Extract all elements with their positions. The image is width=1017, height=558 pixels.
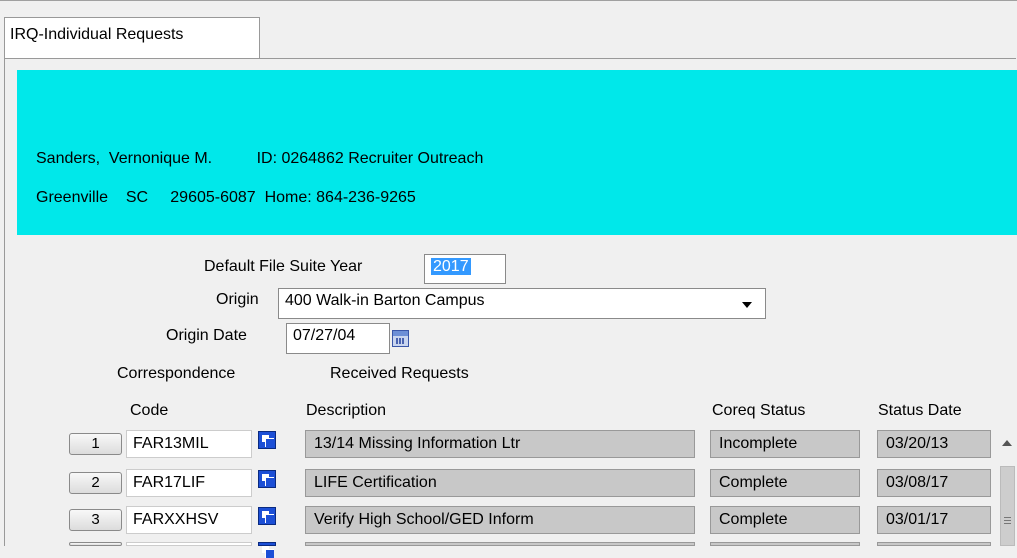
code-field[interactable]: [126, 542, 252, 546]
row-select-button[interactable]: 3: [69, 509, 122, 531]
correspondence-heading: Correspondence: [117, 365, 236, 382]
lookup-icon[interactable]: [258, 542, 276, 558]
banner-address-line: Greenville SC 29605-6087 Home: 864-236-9…: [36, 189, 416, 206]
tab-irq-individual-requests[interactable]: IRQ-Individual Requests: [4, 17, 260, 59]
calendar-icon[interactable]: [392, 330, 409, 347]
coreq-status-field: Complete: [710, 469, 860, 497]
column-header-coreq-status: Coreq Status: [712, 402, 806, 419]
scroll-thumb[interactable]: [1000, 466, 1015, 546]
description-field: 13/14 Missing Information Ltr: [305, 430, 695, 458]
banner-name-line: Sanders, Vernonique M. ID: 0264862 Recru…: [36, 150, 484, 167]
status-date-field: [877, 542, 991, 546]
default-file-suite-year-value: 2017: [431, 258, 471, 275]
origin-date-label: Origin Date: [166, 327, 247, 344]
code-field[interactable]: FAR17LIF: [126, 469, 252, 497]
column-header-description: Description: [306, 402, 387, 419]
coreq-status-field: Incomplete: [710, 430, 860, 458]
vertical-scrollbar[interactable]: [999, 430, 1017, 546]
default-file-suite-year-label: Default File Suite Year: [204, 258, 363, 275]
description-field: Verify High School/GED Inform: [305, 506, 695, 534]
coreq-status-field: Complete: [710, 506, 860, 534]
origin-value: 400 Walk-in Barton Campus: [285, 292, 485, 309]
origin-select[interactable]: 400 Walk-in Barton Campus: [278, 288, 766, 319]
status-date-field: 03/20/13: [877, 430, 991, 458]
row-select-button[interactable]: [69, 542, 122, 546]
lookup-icon[interactable]: [258, 431, 276, 449]
grip-line: [1004, 517, 1011, 518]
description-field: LIFE Certification: [305, 469, 695, 497]
lookup-icon[interactable]: [258, 470, 276, 488]
coreq-status-field: [710, 542, 860, 546]
code-field[interactable]: FAR13MIL: [126, 430, 252, 458]
description-field: [305, 542, 695, 546]
tab-label: IRQ-Individual Requests: [10, 26, 184, 43]
grip-line: [1004, 523, 1011, 524]
status-date-field: 03/01/17: [877, 506, 991, 534]
row-select-button[interactable]: 2: [69, 472, 122, 494]
chevron-down-icon[interactable]: [742, 302, 752, 308]
status-date-field: 03/08/17: [877, 469, 991, 497]
default-file-suite-year-input[interactable]: 2017: [424, 254, 506, 284]
scroll-up-icon[interactable]: [1002, 440, 1012, 446]
window-top-border: [0, 0, 1017, 5]
lookup-icon[interactable]: [258, 507, 276, 525]
origin-label: Origin: [216, 291, 259, 308]
column-header-status-date: Status Date: [878, 402, 962, 419]
row-select-button[interactable]: 1: [69, 433, 122, 455]
origin-date-input[interactable]: 07/27/04: [286, 323, 390, 354]
column-header-code: Code: [130, 402, 169, 419]
origin-date-value: 07/27/04: [293, 327, 356, 344]
code-field[interactable]: FARXXHSV: [126, 506, 252, 534]
student-info-banner: Sanders, Vernonique M. ID: 0264862 Recru…: [17, 70, 1017, 235]
grip-line: [1004, 520, 1011, 521]
received-requests-heading: Received Requests: [330, 365, 469, 382]
